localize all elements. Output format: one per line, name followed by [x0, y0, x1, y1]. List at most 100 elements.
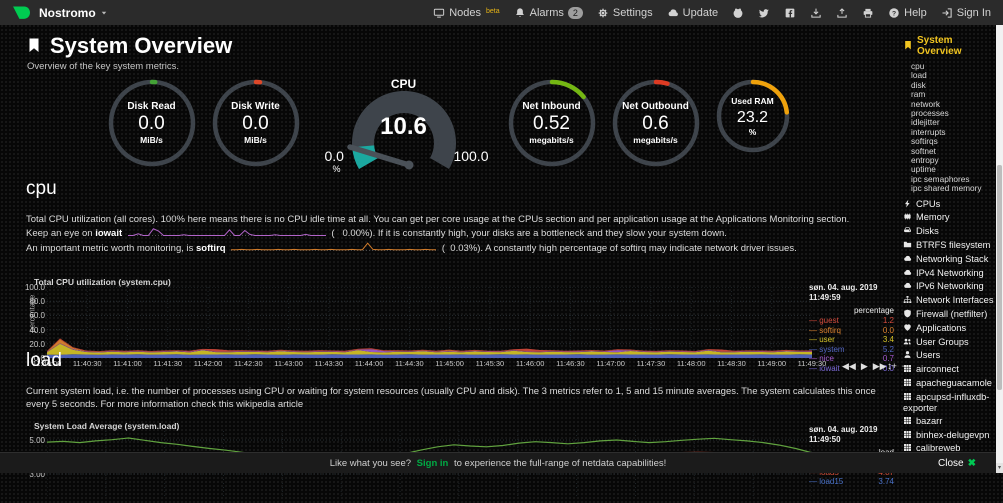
- sidebar-section-applications[interactable]: Applications: [897, 323, 996, 337]
- chevron-down-icon: [100, 9, 108, 17]
- twitter-icon[interactable]: [758, 7, 770, 19]
- sidebar-section-ipv6-networking[interactable]: IPv6 Networking: [897, 281, 996, 295]
- legend-row-softirq[interactable]: — softirq0.0: [809, 326, 894, 336]
- sidebar-section-ipv4-networking[interactable]: IPv4 Networking: [897, 268, 996, 282]
- x-tick-label: 11:40:30: [67, 359, 107, 368]
- gauge-disk-read[interactable]: Disk Read0.0MiB/s: [106, 77, 198, 169]
- legend-time: 11:49:59: [809, 293, 894, 303]
- cpu-chart-title: Total CPU utilization (system.cpu): [34, 277, 171, 287]
- x-tick-label: 11:49:30: [792, 359, 832, 368]
- gauge-cpu-gauge[interactable]: CPU10.60.0100.0%: [314, 77, 494, 181]
- sidebar-section-users[interactable]: Users: [897, 350, 996, 364]
- cloud-icon: [903, 254, 916, 265]
- iowait-sparkline: [128, 226, 326, 241]
- nav-item-nodes[interactable]: Nodesbeta: [433, 7, 499, 19]
- sidebar-section-user-groups[interactable]: User Groups: [897, 337, 996, 351]
- sidebar-section-bazarr[interactable]: bazarr: [897, 416, 996, 430]
- x-tick-label: 11:45:00: [430, 359, 470, 368]
- svg-text:?: ?: [892, 10, 896, 17]
- user-icon: [903, 350, 916, 361]
- x-tick-label: 11:42:30: [228, 359, 268, 368]
- hostname-menu[interactable]: Nostromo: [39, 6, 108, 20]
- help-button[interactable]: ?Help: [888, 7, 927, 19]
- legend-row-load15[interactable]: — load153.74: [809, 477, 894, 487]
- legend-row-user[interactable]: — user3.4: [809, 335, 894, 345]
- load-description: Current system load, i.e. the number of …: [26, 385, 886, 411]
- gauge-unit: megabits/s: [633, 135, 677, 146]
- legend-row-system[interactable]: — system5.2: [809, 345, 894, 355]
- x-tick-label: 11:47:30: [631, 359, 671, 368]
- cpu-description-line3: An important metric worth monitoring, is…: [26, 241, 886, 256]
- download-icon[interactable]: [810, 7, 822, 19]
- sidebar-section-btrfs-filesystem[interactable]: BTRFS filesystem: [897, 240, 996, 254]
- main-content: System Overview Overview of the key syst…: [0, 25, 897, 473]
- sidebar: System Overview cpuloaddiskramnetworkpro…: [897, 25, 996, 473]
- x-tick-label: 11:42:00: [188, 359, 228, 368]
- gauge-value: 10.6: [319, 113, 489, 141]
- sidebar-item-ipc-shared-memory[interactable]: ipc shared memory: [897, 184, 996, 193]
- sidebar-section-network-interfaces[interactable]: Network Interfaces: [897, 295, 996, 309]
- nav-item-update[interactable]: Update: [667, 7, 718, 19]
- gauge-label: Net Inbound: [522, 100, 580, 113]
- cpu-chart[interactable]: Total CPU utilization (system.cpu) perce…: [28, 275, 895, 378]
- scrollbar-down-icon[interactable]: ▾: [996, 463, 1003, 473]
- facebook-icon[interactable]: [784, 7, 796, 19]
- sidebar-section-airconnect[interactable]: airconnect: [897, 364, 996, 378]
- sidebar-sections: CPUsMemoryDisksBTRFS filesystemNetworkin…: [897, 199, 996, 473]
- signin-banner: Like what you see? Sign in to experience…: [0, 452, 996, 473]
- signin-button[interactable]: Sign In: [941, 7, 991, 19]
- users-icon: [903, 337, 916, 348]
- gauge-unit: %: [749, 127, 757, 138]
- pan-forward-button[interactable]: ▶▶: [873, 361, 887, 372]
- nav-item-alarms[interactable]: Alarms2: [514, 7, 583, 19]
- sidebar-section-networking-stack[interactable]: Networking Stack: [897, 254, 996, 268]
- gauge-used-ram[interactable]: Used RAM23.2%: [714, 77, 792, 155]
- pan-backward-button[interactable]: ◀◀: [842, 361, 856, 372]
- sidebar-section-cpus[interactable]: CPUs: [897, 199, 996, 213]
- play-button[interactable]: ▶: [861, 361, 868, 372]
- sidebar-section-memory[interactable]: Memory: [897, 212, 996, 226]
- resize-handle-icon[interactable]: ↕: [887, 361, 892, 372]
- gauge-label: Used RAM: [731, 95, 774, 108]
- cpu-chart-canvas[interactable]: [47, 287, 812, 363]
- scrollbar-thumb[interactable]: [997, 165, 1002, 390]
- grid-icon: [903, 364, 916, 375]
- gauge-unit: %: [333, 164, 341, 174]
- page-scrollbar[interactable]: ▾: [996, 25, 1003, 473]
- gauge-net-outbound[interactable]: Net Outbound0.6megabits/s: [610, 77, 702, 169]
- printer-icon[interactable]: [862, 7, 874, 19]
- nav-item-settings[interactable]: Settings: [597, 7, 653, 19]
- signin-link[interactable]: Sign in: [417, 458, 449, 469]
- close-button[interactable]: Close ✖: [938, 458, 976, 469]
- x-tick-label: 11:41:30: [148, 359, 188, 368]
- bookmark-icon: [26, 33, 42, 59]
- sidebar-section-apacheguacamole[interactable]: apacheguacamole: [897, 378, 996, 392]
- x-tick-label: 11:49:00: [752, 359, 792, 368]
- sidebar-section-firewall-netfilter[interactable]: Firewall (netfilter): [897, 309, 996, 323]
- close-icon: ✖: [968, 458, 976, 469]
- legend-row-guest[interactable]: — guest1.2: [809, 316, 894, 326]
- sidebar-item-system-overview[interactable]: System Overview: [897, 25, 996, 62]
- sidebar-section-binhex-delugevpn[interactable]: binhex-delugevpn: [897, 430, 996, 444]
- gauge-net-inbound[interactable]: Net Inbound0.52megabits/s: [506, 77, 598, 169]
- gauge-unit: megabits/s: [529, 135, 573, 146]
- gauge-label: Disk Read: [127, 100, 175, 113]
- netdata-logo-icon[interactable]: [12, 4, 30, 22]
- legend-date: søn. 04. aug. 2019: [809, 425, 894, 435]
- y-tick-label: 100.0: [21, 283, 45, 292]
- gauge-label: Net Outbound: [622, 100, 689, 113]
- sidebar-section-disks[interactable]: Disks: [897, 226, 996, 240]
- applications-icon: [903, 323, 916, 334]
- sidebar-section-apcupsd-influxdb-exporter[interactable]: apcupsd-influxdb-exporter: [897, 392, 996, 416]
- upload-icon[interactable]: [836, 7, 848, 19]
- navbar-menu: Nodesbeta Alarms2 Settings Update ?Help Sign …: [433, 7, 991, 19]
- top-navbar: Nostromo Nodesbeta Alarms2 Settings Update?…: [0, 0, 1003, 25]
- gauge-unit: MiB/s: [140, 135, 163, 146]
- grid-icon: [903, 378, 916, 389]
- github-icon[interactable]: [732, 7, 744, 19]
- gauge-disk-write[interactable]: Disk Write0.0MiB/s: [210, 77, 302, 169]
- bolt-icon: [903, 199, 916, 210]
- x-tick-label: 11:43:30: [309, 359, 349, 368]
- grid-icon: [903, 392, 916, 403]
- legend-date: søn. 04. aug. 2019: [809, 283, 894, 293]
